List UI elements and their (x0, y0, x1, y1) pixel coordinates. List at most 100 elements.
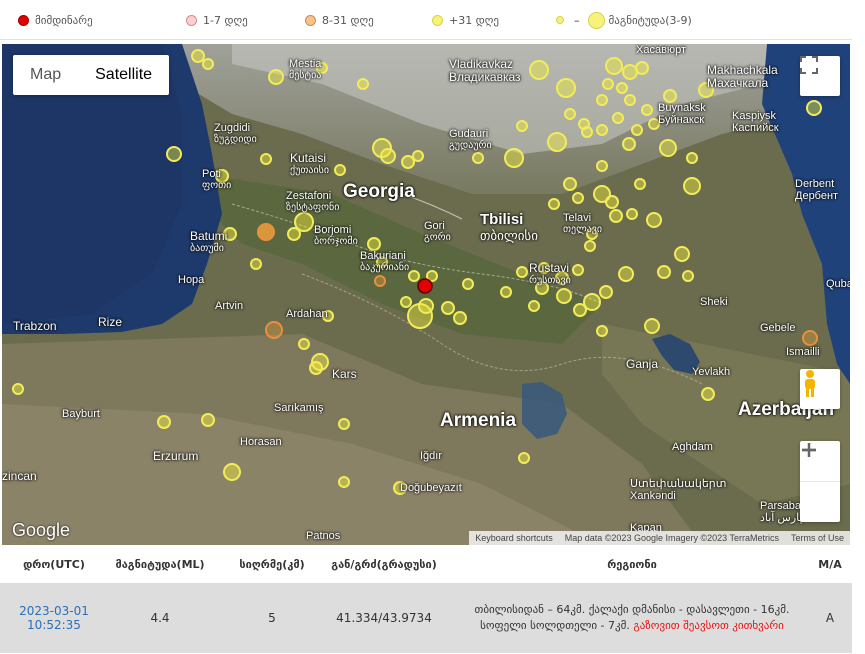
quake-marker[interactable] (462, 278, 474, 290)
quake-marker[interactable] (556, 288, 572, 304)
header-region[interactable]: რეგიონი (450, 546, 814, 582)
quake-marker[interactable] (563, 177, 577, 191)
quake-marker-month[interactable] (257, 223, 275, 241)
quake-marker[interactable] (646, 212, 662, 228)
terms-of-use-link[interactable]: Terms of Use (785, 533, 850, 543)
quake-marker[interactable] (596, 160, 608, 172)
quake-marker-month[interactable] (374, 275, 386, 287)
quake-marker[interactable] (556, 78, 576, 98)
satellite-button[interactable]: Satellite (78, 55, 169, 95)
quake-marker[interactable] (518, 452, 530, 464)
header-depth[interactable]: სიღრმე(კმ) (212, 546, 332, 582)
quake-marker[interactable] (309, 361, 323, 375)
table-row[interactable]: 2023-03-01 10:52:35 4.4 5 41.334/43.9734… (0, 583, 852, 653)
quake-marker[interactable] (644, 318, 660, 334)
questionnaire-link[interactable]: გაზოვით შეავსოთ კითხვარი (633, 619, 784, 632)
quake-marker[interactable] (622, 64, 638, 80)
quake-marker[interactable] (12, 383, 24, 395)
header-ma[interactable]: M/A (808, 546, 852, 582)
quake-marker[interactable] (516, 120, 528, 132)
quake-marker[interactable] (806, 100, 822, 116)
quake-marker[interactable] (624, 94, 636, 106)
quake-marker[interactable] (581, 126, 593, 138)
quake-marker[interactable] (602, 78, 614, 90)
quake-marker[interactable] (612, 112, 624, 124)
quake-marker[interactable] (622, 137, 636, 151)
quake-marker[interactable] (605, 57, 623, 75)
map-button[interactable]: Map (13, 55, 78, 95)
quake-marker[interactable] (686, 152, 698, 164)
quake-marker[interactable] (659, 139, 677, 157)
quake-marker[interactable] (683, 177, 701, 195)
quake-marker[interactable] (528, 300, 540, 312)
quake-marker[interactable] (663, 89, 677, 103)
quake-marker[interactable] (635, 61, 649, 75)
street-view-button[interactable] (800, 369, 840, 409)
quake-marker[interactable] (338, 476, 350, 488)
quake-marker[interactable] (599, 285, 613, 299)
quake-marker[interactable] (504, 148, 524, 168)
quake-marker[interactable] (605, 195, 619, 209)
quake-marker-month[interactable] (265, 321, 283, 339)
google-logo[interactable]: Google (12, 520, 70, 541)
keyboard-shortcuts-link[interactable]: Keyboard shortcuts (469, 533, 559, 543)
quake-marker[interactable] (641, 104, 653, 116)
fullscreen-button[interactable] (800, 56, 840, 96)
quake-marker[interactable] (453, 311, 467, 325)
zoom-out-button[interactable] (800, 448, 840, 522)
quake-marker[interactable] (682, 270, 694, 282)
earthquake-map[interactable]: Map Satellite Mestia მესტია Vladikavkaz … (2, 44, 850, 545)
quake-marker[interactable] (657, 265, 671, 279)
quake-marker[interactable] (616, 82, 628, 94)
quake-marker[interactable] (260, 153, 272, 165)
quake-marker[interactable] (572, 264, 584, 276)
quake-marker[interactable] (166, 146, 182, 162)
quake-marker[interactable] (412, 150, 424, 162)
quake-marker[interactable] (202, 58, 214, 70)
quake-marker[interactable] (529, 60, 549, 80)
header-time[interactable]: დრო(UTC) (0, 546, 108, 582)
quake-marker[interactable] (584, 240, 596, 252)
quake-marker[interactable] (201, 413, 215, 427)
quake-marker[interactable] (380, 148, 396, 164)
quake-marker[interactable] (400, 296, 412, 308)
quake-marker[interactable] (441, 301, 455, 315)
quake-marker[interactable] (626, 208, 638, 220)
quake-marker[interactable] (631, 124, 643, 136)
quake-marker[interactable] (287, 227, 301, 241)
quake-marker[interactable] (367, 237, 381, 251)
quake-marker[interactable] (547, 132, 567, 152)
quake-marker[interactable] (573, 303, 587, 317)
quake-marker[interactable] (548, 198, 560, 210)
quake-marker-month[interactable] (802, 330, 818, 346)
quake-marker[interactable] (401, 155, 415, 169)
quake-marker[interactable] (618, 266, 634, 282)
quake-marker[interactable] (418, 298, 434, 314)
quake-marker[interactable] (223, 463, 241, 481)
quake-date-link[interactable]: 2023-03-01 (19, 604, 89, 618)
quake-marker[interactable] (157, 415, 171, 429)
quake-marker[interactable] (408, 270, 420, 282)
quake-time-link[interactable]: 10:52:35 (27, 618, 81, 632)
quake-marker[interactable] (191, 49, 205, 63)
header-magnitude[interactable]: მაგნიტუდა(ML) (108, 546, 212, 582)
quake-marker[interactable] (516, 266, 528, 278)
quake-marker[interactable] (250, 258, 262, 270)
quake-marker[interactable] (338, 418, 350, 430)
quake-marker[interactable] (268, 69, 284, 85)
quake-marker[interactable] (596, 94, 608, 106)
quake-marker[interactable] (596, 325, 608, 337)
quake-marker[interactable] (334, 164, 346, 176)
quake-marker[interactable] (674, 246, 690, 262)
quake-marker[interactable] (298, 338, 310, 350)
quake-marker[interactable] (701, 387, 715, 401)
header-coords[interactable]: გან/გრძ(გრადუსი) (318, 546, 450, 582)
quake-marker[interactable] (634, 178, 646, 190)
quake-marker[interactable] (472, 152, 484, 164)
quake-marker[interactable] (500, 286, 512, 298)
quake-marker[interactable] (564, 108, 576, 120)
quake-marker[interactable] (357, 78, 369, 90)
quake-marker[interactable] (596, 124, 608, 136)
quake-marker[interactable] (609, 209, 623, 223)
quake-marker-today[interactable] (417, 278, 433, 294)
